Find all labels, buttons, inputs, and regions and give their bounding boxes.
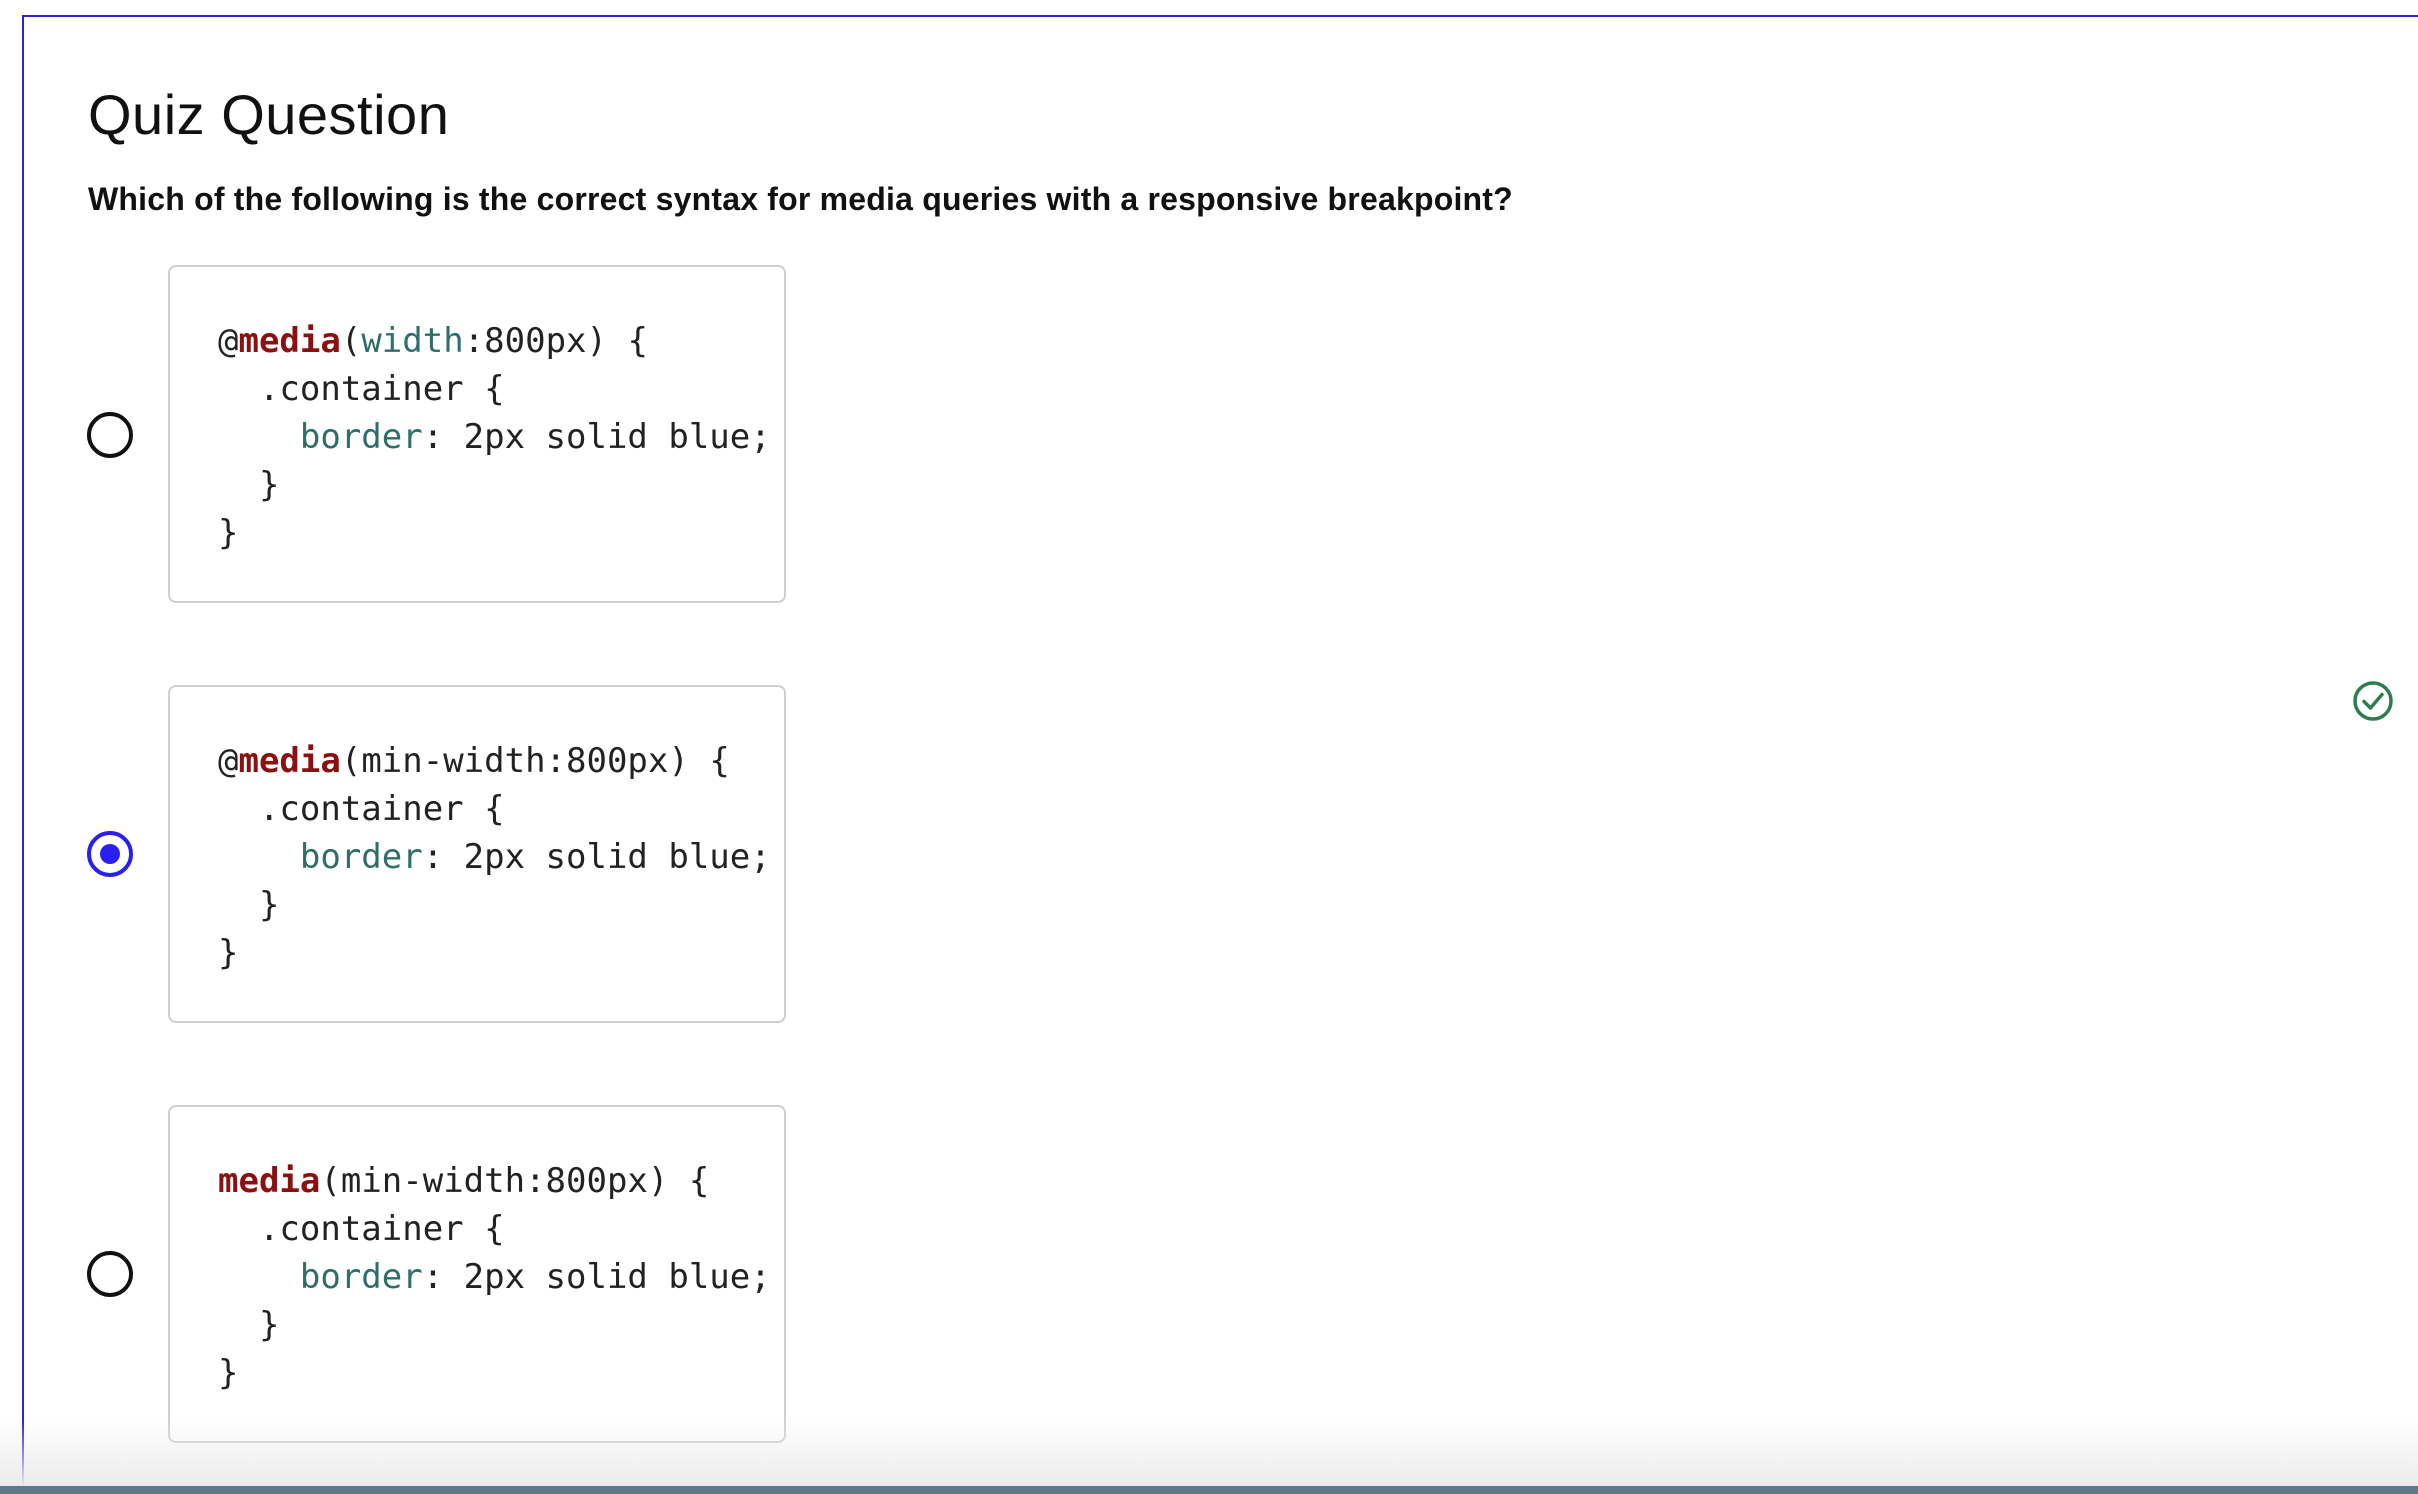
check-circle-icon xyxy=(2353,681,2393,721)
code-snippet-3: media(min-width:800px) { .container { bo… xyxy=(218,1161,771,1393)
answer-option-2[interactable]: @media(min-width:800px) { .container { b… xyxy=(0,685,900,1025)
code-card-3[interactable]: media(min-width:800px) { .container { bo… xyxy=(168,1105,786,1443)
quiz-title: Quiz Question xyxy=(88,83,450,146)
radio-option-1[interactable] xyxy=(87,412,133,458)
code-snippet-2: @media(min-width:800px) { .container { b… xyxy=(218,741,771,973)
radio-option-3[interactable] xyxy=(87,1251,133,1297)
radio-selected-dot xyxy=(100,844,120,864)
code-card-1[interactable]: @media(width:800px) { .container { borde… xyxy=(168,265,786,603)
radio-option-2[interactable] xyxy=(87,831,133,877)
bottom-fade xyxy=(0,1420,2418,1486)
bottom-bar xyxy=(0,1486,2418,1494)
code-card-2[interactable]: @media(min-width:800px) { .container { b… xyxy=(168,685,786,1023)
code-snippet-1: @media(width:800px) { .container { borde… xyxy=(218,321,771,553)
answer-option-1[interactable]: @media(width:800px) { .container { borde… xyxy=(0,265,900,605)
question-prompt: Which of the following is the correct sy… xyxy=(88,181,1513,217)
answer-option-3[interactable]: media(min-width:800px) { .container { bo… xyxy=(0,1105,900,1445)
